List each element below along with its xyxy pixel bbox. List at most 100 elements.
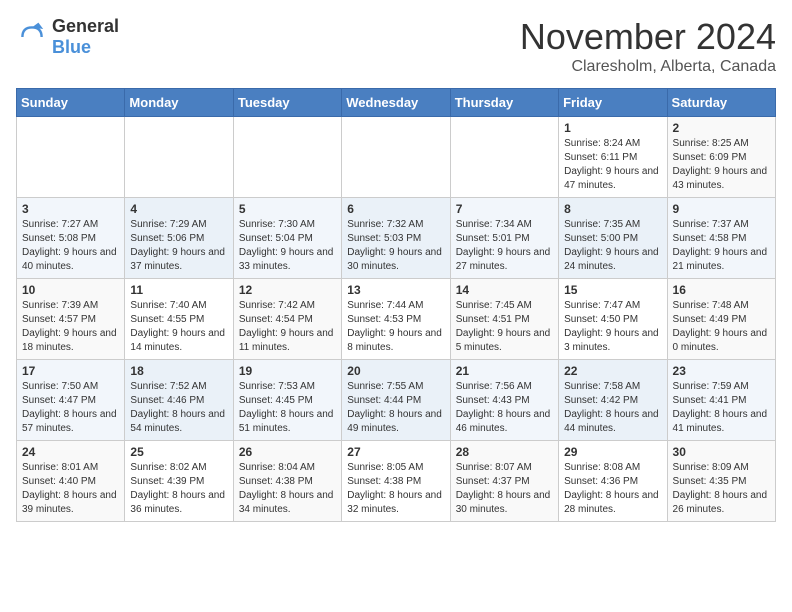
logo-text: General Blue	[52, 16, 119, 58]
day-number: 27	[347, 445, 444, 459]
day-number: 20	[347, 364, 444, 378]
day-info: Sunrise: 8:25 AMSunset: 6:09 PMDaylight:…	[673, 138, 768, 191]
day-number: 2	[673, 121, 770, 135]
day-cell: 17 Sunrise: 7:50 AMSunset: 4:47 PMDaylig…	[17, 360, 125, 441]
day-cell: 19 Sunrise: 7:53 AMSunset: 4:45 PMDaylig…	[233, 360, 341, 441]
day-number: 30	[673, 445, 770, 459]
day-cell: 26 Sunrise: 8:04 AMSunset: 4:38 PMDaylig…	[233, 441, 341, 522]
page-header: General Blue November 2024 Claresholm, A…	[16, 16, 776, 76]
day-cell: 16 Sunrise: 7:48 AMSunset: 4:49 PMDaylig…	[667, 279, 775, 360]
calendar-body: 1 Sunrise: 8:24 AMSunset: 6:11 PMDayligh…	[17, 117, 776, 522]
day-info: Sunrise: 8:02 AMSunset: 4:39 PMDaylight:…	[130, 462, 225, 515]
week-row-3: 10 Sunrise: 7:39 AMSunset: 4:57 PMDaylig…	[17, 279, 776, 360]
day-info: Sunrise: 8:07 AMSunset: 4:37 PMDaylight:…	[456, 462, 551, 515]
day-cell: 11 Sunrise: 7:40 AMSunset: 4:55 PMDaylig…	[125, 279, 233, 360]
month-title: November 2024	[520, 16, 776, 58]
day-cell: 9 Sunrise: 7:37 AMSunset: 4:58 PMDayligh…	[667, 198, 775, 279]
day-number: 11	[130, 283, 227, 297]
day-number: 6	[347, 202, 444, 216]
day-number: 25	[130, 445, 227, 459]
day-cell: 3 Sunrise: 7:27 AMSunset: 5:08 PMDayligh…	[17, 198, 125, 279]
day-number: 1	[564, 121, 661, 135]
day-cell: 23 Sunrise: 7:59 AMSunset: 4:41 PMDaylig…	[667, 360, 775, 441]
day-cell: 5 Sunrise: 7:30 AMSunset: 5:04 PMDayligh…	[233, 198, 341, 279]
day-cell: 18 Sunrise: 7:52 AMSunset: 4:46 PMDaylig…	[125, 360, 233, 441]
day-number: 14	[456, 283, 553, 297]
day-number: 7	[456, 202, 553, 216]
day-number: 9	[673, 202, 770, 216]
logo-icon	[16, 21, 48, 53]
logo-general: General	[52, 16, 119, 36]
col-wednesday: Wednesday	[342, 89, 450, 117]
day-number: 19	[239, 364, 336, 378]
header-row: Sunday Monday Tuesday Wednesday Thursday…	[17, 89, 776, 117]
day-number: 10	[22, 283, 119, 297]
day-number: 15	[564, 283, 661, 297]
day-info: Sunrise: 7:52 AMSunset: 4:46 PMDaylight:…	[130, 381, 225, 434]
day-info: Sunrise: 7:45 AMSunset: 4:51 PMDaylight:…	[456, 300, 551, 353]
col-sunday: Sunday	[17, 89, 125, 117]
day-cell: 2 Sunrise: 8:25 AMSunset: 6:09 PMDayligh…	[667, 117, 775, 198]
day-number: 3	[22, 202, 119, 216]
col-tuesday: Tuesday	[233, 89, 341, 117]
day-cell: 1 Sunrise: 8:24 AMSunset: 6:11 PMDayligh…	[559, 117, 667, 198]
day-cell: 25 Sunrise: 8:02 AMSunset: 4:39 PMDaylig…	[125, 441, 233, 522]
day-info: Sunrise: 8:09 AMSunset: 4:35 PMDaylight:…	[673, 462, 768, 515]
day-info: Sunrise: 7:53 AMSunset: 4:45 PMDaylight:…	[239, 381, 334, 434]
day-cell: 10 Sunrise: 7:39 AMSunset: 4:57 PMDaylig…	[17, 279, 125, 360]
day-cell: 28 Sunrise: 8:07 AMSunset: 4:37 PMDaylig…	[450, 441, 558, 522]
day-number: 22	[564, 364, 661, 378]
location-title: Claresholm, Alberta, Canada	[520, 58, 776, 76]
week-row-1: 1 Sunrise: 8:24 AMSunset: 6:11 PMDayligh…	[17, 117, 776, 198]
day-cell	[233, 117, 341, 198]
day-cell: 24 Sunrise: 8:01 AMSunset: 4:40 PMDaylig…	[17, 441, 125, 522]
day-number: 5	[239, 202, 336, 216]
day-number: 8	[564, 202, 661, 216]
day-cell	[17, 117, 125, 198]
day-info: Sunrise: 7:27 AMSunset: 5:08 PMDaylight:…	[22, 219, 117, 272]
day-cell: 13 Sunrise: 7:44 AMSunset: 4:53 PMDaylig…	[342, 279, 450, 360]
day-number: 16	[673, 283, 770, 297]
calendar-table: Sunday Monday Tuesday Wednesday Thursday…	[16, 88, 776, 522]
day-cell: 6 Sunrise: 7:32 AMSunset: 5:03 PMDayligh…	[342, 198, 450, 279]
day-info: Sunrise: 7:44 AMSunset: 4:53 PMDaylight:…	[347, 300, 442, 353]
col-thursday: Thursday	[450, 89, 558, 117]
day-cell: 8 Sunrise: 7:35 AMSunset: 5:00 PMDayligh…	[559, 198, 667, 279]
week-row-4: 17 Sunrise: 7:50 AMSunset: 4:47 PMDaylig…	[17, 360, 776, 441]
day-cell	[450, 117, 558, 198]
day-info: Sunrise: 7:35 AMSunset: 5:00 PMDaylight:…	[564, 219, 659, 272]
day-info: Sunrise: 7:48 AMSunset: 4:49 PMDaylight:…	[673, 300, 768, 353]
day-info: Sunrise: 8:24 AMSunset: 6:11 PMDaylight:…	[564, 138, 659, 191]
title-area: November 2024 Claresholm, Alberta, Canad…	[520, 16, 776, 76]
col-friday: Friday	[559, 89, 667, 117]
day-cell	[125, 117, 233, 198]
day-info: Sunrise: 7:32 AMSunset: 5:03 PMDaylight:…	[347, 219, 442, 272]
day-info: Sunrise: 7:55 AMSunset: 4:44 PMDaylight:…	[347, 381, 442, 434]
day-info: Sunrise: 7:58 AMSunset: 4:42 PMDaylight:…	[564, 381, 659, 434]
day-cell: 21 Sunrise: 7:56 AMSunset: 4:43 PMDaylig…	[450, 360, 558, 441]
day-info: Sunrise: 7:40 AMSunset: 4:55 PMDaylight:…	[130, 300, 225, 353]
day-info: Sunrise: 7:39 AMSunset: 4:57 PMDaylight:…	[22, 300, 117, 353]
day-info: Sunrise: 7:42 AMSunset: 4:54 PMDaylight:…	[239, 300, 334, 353]
day-info: Sunrise: 7:56 AMSunset: 4:43 PMDaylight:…	[456, 381, 551, 434]
week-row-5: 24 Sunrise: 8:01 AMSunset: 4:40 PMDaylig…	[17, 441, 776, 522]
day-cell	[342, 117, 450, 198]
day-cell: 29 Sunrise: 8:08 AMSunset: 4:36 PMDaylig…	[559, 441, 667, 522]
day-number: 13	[347, 283, 444, 297]
day-cell: 12 Sunrise: 7:42 AMSunset: 4:54 PMDaylig…	[233, 279, 341, 360]
day-number: 18	[130, 364, 227, 378]
day-cell: 7 Sunrise: 7:34 AMSunset: 5:01 PMDayligh…	[450, 198, 558, 279]
day-number: 26	[239, 445, 336, 459]
day-info: Sunrise: 7:30 AMSunset: 5:04 PMDaylight:…	[239, 219, 334, 272]
col-monday: Monday	[125, 89, 233, 117]
day-cell: 20 Sunrise: 7:55 AMSunset: 4:44 PMDaylig…	[342, 360, 450, 441]
day-info: Sunrise: 7:37 AMSunset: 4:58 PMDaylight:…	[673, 219, 768, 272]
calendar-header: Sunday Monday Tuesday Wednesday Thursday…	[17, 89, 776, 117]
day-number: 28	[456, 445, 553, 459]
day-cell: 30 Sunrise: 8:09 AMSunset: 4:35 PMDaylig…	[667, 441, 775, 522]
day-number: 17	[22, 364, 119, 378]
day-info: Sunrise: 8:05 AMSunset: 4:38 PMDaylight:…	[347, 462, 442, 515]
day-cell: 22 Sunrise: 7:58 AMSunset: 4:42 PMDaylig…	[559, 360, 667, 441]
day-cell: 27 Sunrise: 8:05 AMSunset: 4:38 PMDaylig…	[342, 441, 450, 522]
day-cell: 15 Sunrise: 7:47 AMSunset: 4:50 PMDaylig…	[559, 279, 667, 360]
